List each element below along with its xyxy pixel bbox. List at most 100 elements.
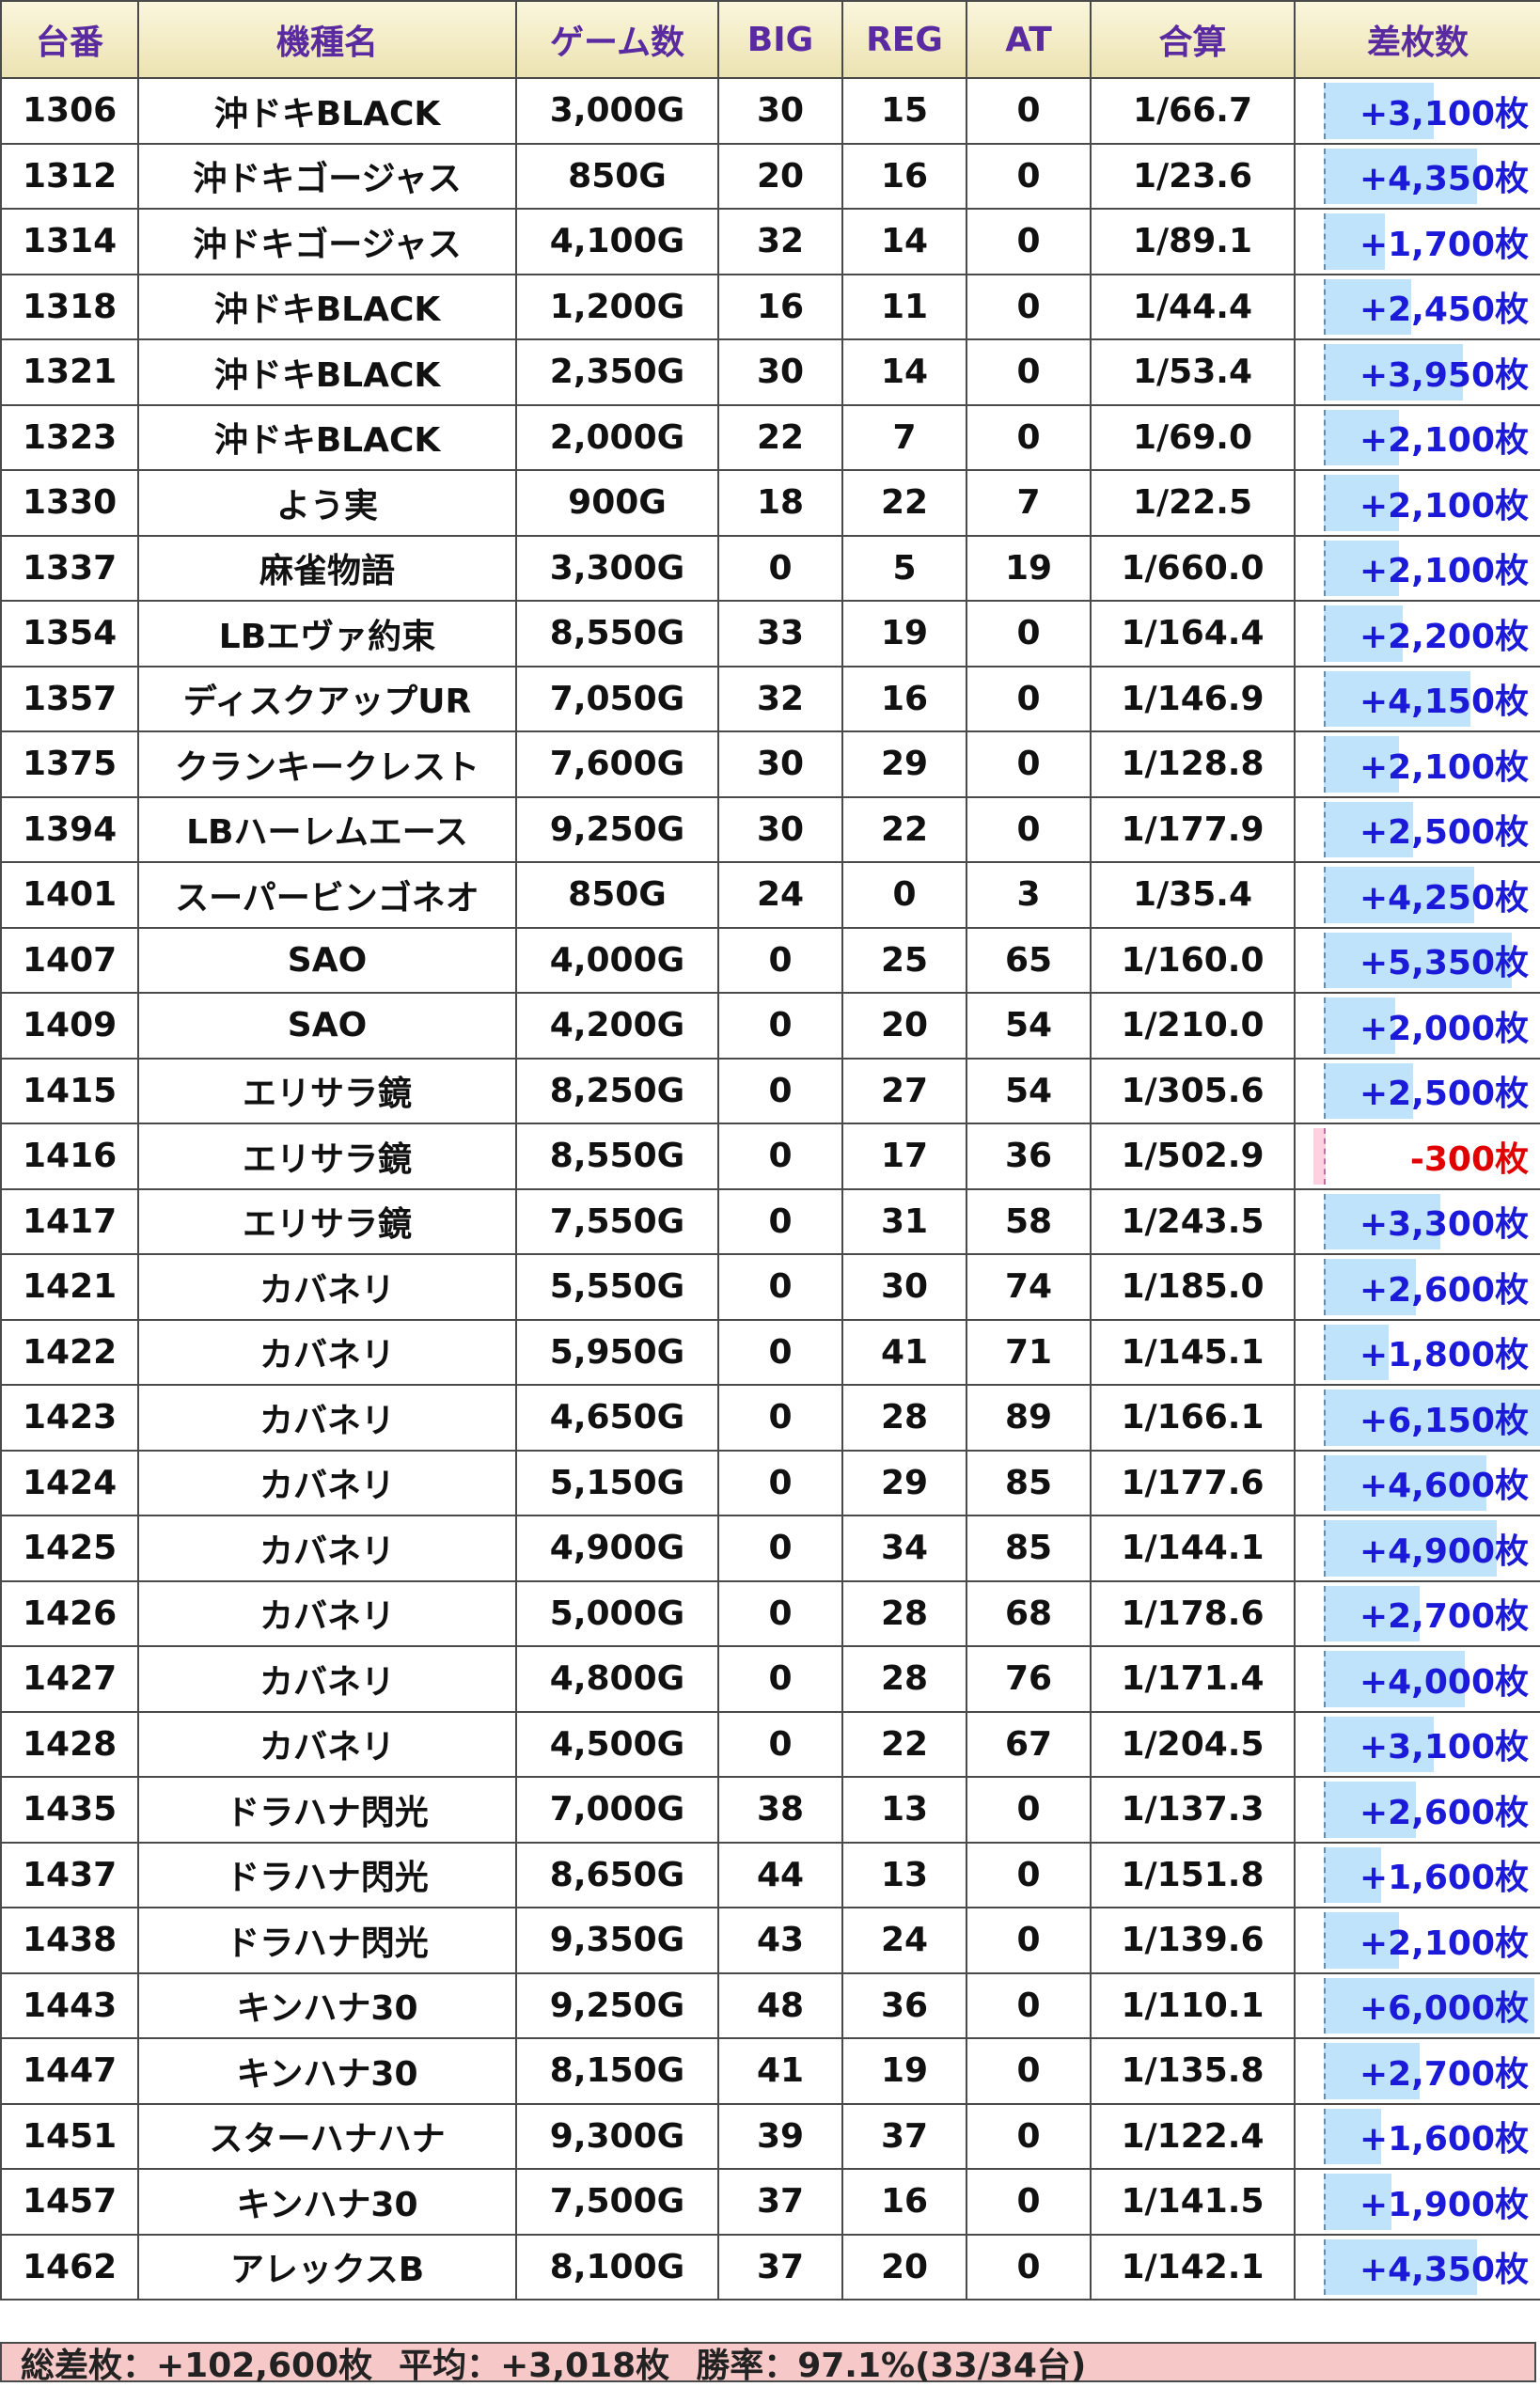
table-row[interactable]: 1424 カバネリ 5,150G 0 29 85 1/177.6 +4,600枚 [0, 1449, 1540, 1516]
cell-machine-number: 1457 [0, 2168, 139, 2236]
cell-reg: 20 [841, 992, 967, 1060]
table-row[interactable]: 1407 SAO 4,000G 0 25 65 1/160.0 +5,350枚 [0, 926, 1540, 994]
table-row[interactable]: 1323 沖ドキBLACK 2,000G 22 7 0 1/69.0 +2,100枚 [0, 403, 1540, 471]
cell-at: 58 [966, 1187, 1092, 1255]
table-row[interactable]: 1337 麻雀物語 3,300G 0 5 19 1/660.0 +2,100枚 [0, 534, 1540, 602]
cell-reg: 0 [841, 861, 967, 929]
cell-game-count: 7,050G [515, 665, 719, 732]
table-header-row: 台番 機種名 ゲーム数 BIG REG AT 合算 差枚数 [0, 0, 1540, 79]
cell-machine-name: カバネリ [137, 1449, 517, 1516]
table-row[interactable]: 1306 沖ドキBLACK 3,000G 30 15 0 1/66.7 +3,100枚 [0, 77, 1540, 145]
cell-big: 38 [717, 1776, 843, 1844]
cell-diff: +2,700枚 [1294, 2037, 1540, 2105]
cell-machine-name: 沖ドキBLACK [137, 338, 517, 406]
table-row[interactable]: 1421 カバネリ 5,550G 0 30 74 1/185.0 +2,600枚 [0, 1253, 1540, 1321]
table-row[interactable]: 1314 沖ドキゴージャス 4,100G 32 14 0 1/89.1 +1,700枚 [0, 208, 1540, 275]
cell-machine-name: カバネリ [137, 1384, 517, 1452]
header-combined[interactable]: 合算 [1090, 0, 1296, 79]
table-row[interactable]: 1318 沖ドキBLACK 1,200G 16 11 0 1/44.4 +2,450枚 [0, 273, 1540, 340]
cell-diff: +4,000枚 [1294, 1645, 1540, 1713]
table-row[interactable]: 1428 カバネリ 4,500G 0 22 67 1/204.5 +3,100枚 [0, 1710, 1540, 1778]
header-reg[interactable]: REG [841, 0, 967, 79]
cell-at: 67 [966, 1710, 1092, 1778]
diff-value: +4,000枚 [1359, 1662, 1529, 1702]
header-diff[interactable]: 差枚数 [1294, 0, 1540, 79]
header-machine-name[interactable]: 機種名 [137, 0, 517, 79]
cell-reg: 16 [841, 665, 967, 732]
table-row[interactable]: 1422 カバネリ 5,950G 0 41 71 1/145.1 +1,800枚 [0, 1318, 1540, 1386]
table-row[interactable]: 1330 よう実 900G 18 22 7 1/22.5 +2,100枚 [0, 469, 1540, 537]
cell-reg: 16 [841, 142, 967, 210]
table-row[interactable]: 1427 カバネリ 4,800G 0 28 76 1/171.4 +4,000枚 [0, 1645, 1540, 1713]
cell-machine-number: 1422 [0, 1318, 139, 1386]
cell-big: 0 [717, 1515, 843, 1582]
diff-value: +2,700枚 [1359, 2054, 1529, 2094]
table-body: 1306 沖ドキBLACK 3,000G 30 15 0 1/66.7 +3,100枚 1312… [0, 77, 1540, 2301]
cell-machine-name: ドラハナ閃光 [137, 1907, 517, 1974]
cell-at: 85 [966, 1449, 1092, 1516]
table-row[interactable]: 1357 ディスクアップUR 7,050G 32 16 0 1/146.9 +4,150枚 [0, 665, 1540, 732]
cell-machine-name: カバネリ [137, 1645, 517, 1713]
diff-value: +4,350枚 [1359, 160, 1529, 199]
table-row[interactable]: 1321 沖ドキBLACK 2,350G 30 14 0 1/53.4 +3,950枚 [0, 338, 1540, 406]
diff-value: +3,100枚 [1359, 1728, 1529, 1767]
cell-machine-name: ディスクアップUR [137, 665, 517, 732]
cell-at: 0 [966, 77, 1092, 145]
cell-machine-number: 1415 [0, 1057, 139, 1124]
table-row[interactable]: 1435 ドラハナ閃光 7,000G 38 13 0 1/137.3 +2,600枚 [0, 1776, 1540, 1844]
cell-at: 0 [966, 273, 1092, 340]
cell-reg: 28 [841, 1645, 967, 1713]
table-row[interactable]: 1462 アレックスB 8,100G 37 20 0 1/142.1 +4,350枚 [0, 2233, 1540, 2301]
diff-value: +2,500枚 [1359, 813, 1529, 853]
cell-big: 0 [717, 1384, 843, 1452]
table-row[interactable]: 1409 SAO 4,200G 0 20 54 1/210.0 +2,000枚 [0, 992, 1540, 1060]
table-row[interactable]: 1401 スーパービンゴネオ 850G 24 0 3 1/35.4 +4,250枚 [0, 861, 1540, 929]
table-row[interactable]: 1417 エリサラ鏡 7,550G 0 31 58 1/243.5 +3,300枚 [0, 1187, 1540, 1255]
cell-game-count: 5,550G [515, 1253, 719, 1321]
cell-big: 20 [717, 142, 843, 210]
table-row[interactable]: 1451 スターハナハナ 9,300G 39 37 0 1/122.4 +1,600枚 [0, 2102, 1540, 2170]
cell-at: 71 [966, 1318, 1092, 1386]
diff-value: +5,350枚 [1359, 944, 1529, 983]
cell-game-count: 3,300G [515, 534, 719, 602]
cell-diff: +2,100枚 [1294, 469, 1540, 537]
table-row[interactable]: 1426 カバネリ 5,000G 0 28 68 1/178.6 +2,700枚 [0, 1579, 1540, 1647]
table-row[interactable]: 1354 LBエヴァ約束 8,550G 33 19 0 1/164.4 +2,200枚 [0, 600, 1540, 667]
cell-diff: +3,100枚 [1294, 77, 1540, 145]
table-row[interactable]: 1457 キンハナ30 7,500G 37 16 0 1/141.5 +1,900枚 [0, 2168, 1540, 2236]
table-row[interactable]: 1423 カバネリ 4,650G 0 28 89 1/166.1 +6,150枚 [0, 1384, 1540, 1452]
table-row[interactable]: 1443 キンハナ30 9,250G 48 36 0 1/110.1 +6,000枚 [0, 1971, 1540, 2039]
cell-machine-number: 1394 [0, 795, 139, 863]
header-machine-number[interactable]: 台番 [0, 0, 139, 79]
diff-value: +1,900枚 [1359, 2185, 1529, 2224]
cell-reg: 27 [841, 1057, 967, 1124]
cell-big: 0 [717, 1645, 843, 1713]
summary-average: 平均：+3,018枚 [399, 2346, 670, 2385]
header-game-count[interactable]: ゲーム数 [515, 0, 719, 79]
cell-at: 89 [966, 1384, 1092, 1452]
header-big[interactable]: BIG [717, 0, 843, 79]
diff-value: +2,200枚 [1359, 617, 1529, 656]
cell-reg: 29 [841, 1449, 967, 1516]
table-row[interactable]: 1437 ドラハナ閃光 8,650G 44 13 0 1/151.8 +1,600枚 [0, 1841, 1540, 1908]
table-row[interactable]: 1425 カバネリ 4,900G 0 34 85 1/144.1 +4,900枚 [0, 1515, 1540, 1582]
cell-combined: 1/185.0 [1090, 1253, 1296, 1321]
cell-diff: +2,450枚 [1294, 273, 1540, 340]
cell-big: 30 [717, 338, 843, 406]
table-row[interactable]: 1438 ドラハナ閃光 9,350G 43 24 0 1/139.6 +2,100枚 [0, 1907, 1540, 1974]
table-row[interactable]: 1447 キンハナ30 8,150G 41 19 0 1/135.8 +2,700枚 [0, 2037, 1540, 2105]
cell-big: 16 [717, 273, 843, 340]
header-at[interactable]: AT [966, 0, 1092, 79]
cell-machine-name: エリサラ鏡 [137, 1123, 517, 1190]
table-row[interactable]: 1394 LBハーレムエース 9,250G 30 22 0 1/177.9 +2,500枚 [0, 795, 1540, 863]
diff-value: +4,150枚 [1359, 683, 1529, 722]
cell-big: 39 [717, 2102, 843, 2170]
cell-game-count: 4,200G [515, 992, 719, 1060]
table-row[interactable]: 1375 クランキークレスト 7,600G 30 29 0 1/128.8 +2,100枚 [0, 730, 1540, 798]
table-row[interactable]: 1415 エリサラ鏡 8,250G 0 27 54 1/305.6 +2,500枚 [0, 1057, 1540, 1124]
table-row[interactable]: 1416 エリサラ鏡 8,550G 0 17 36 1/502.9 -300枚 [0, 1123, 1540, 1190]
cell-reg: 22 [841, 795, 967, 863]
table-row[interactable]: 1312 沖ドキゴージャス 850G 20 16 0 1/23.6 +4,350枚 [0, 142, 1540, 210]
cell-big: 0 [717, 1449, 843, 1516]
cell-combined: 1/660.0 [1090, 534, 1296, 602]
